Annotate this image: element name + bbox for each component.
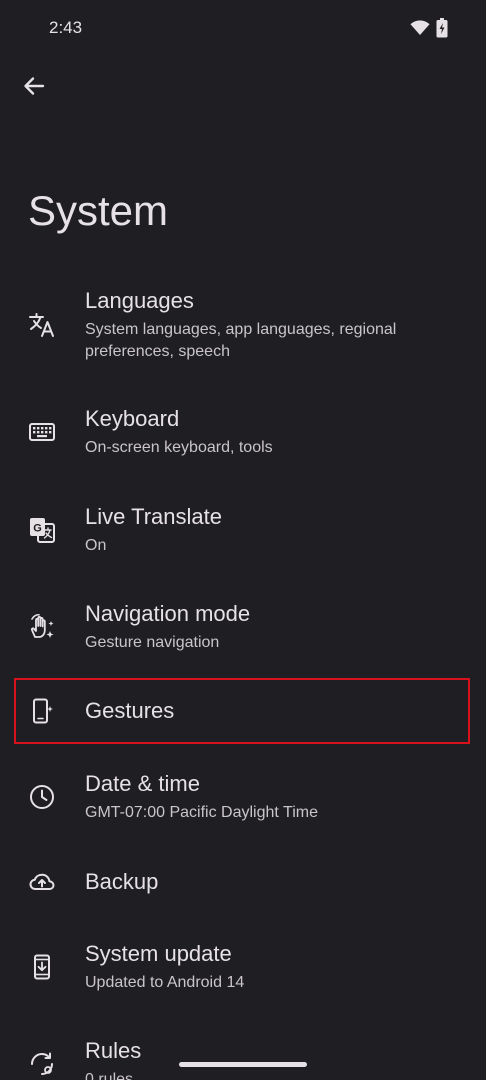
item-summary: On-screen keyboard, tools <box>85 439 273 456</box>
settings-item-keyboard[interactable]: Keyboard On-screen keyboard, tools <box>14 404 471 474</box>
settings-item-languages[interactable]: Languages System languages, app language… <box>14 286 471 378</box>
battery-charging-icon <box>436 18 448 43</box>
keyboard-icon <box>28 418 56 446</box>
item-title: Live Translate <box>85 504 222 529</box>
status-icons <box>410 18 448 43</box>
item-title: Navigation mode <box>85 601 251 626</box>
settings-item-system-update[interactable]: System update Updated to Android 14 <box>14 939 471 1009</box>
back-button[interactable] <box>16 70 52 106</box>
item-title: Keyboard <box>85 406 180 431</box>
item-summary: Gesture navigation <box>85 634 220 651</box>
settings-item-backup[interactable]: Backup <box>14 852 471 912</box>
settings-item-live-translate[interactable]: G Live Translate On <box>14 502 471 572</box>
settings-item-date-time[interactable]: Date & time GMT-07:00 Pacific Daylight T… <box>14 769 471 839</box>
svg-text:G: G <box>33 523 42 535</box>
item-summary: System languages, app languages, regiona… <box>85 321 397 360</box>
item-title: Backup <box>85 869 159 894</box>
translate-icon <box>28 311 56 339</box>
wifi-icon <box>410 20 430 41</box>
item-title: System update <box>85 941 232 966</box>
cloud-upload-icon <box>28 868 56 896</box>
item-summary: GMT-07:00 Pacific Daylight Time <box>85 804 318 821</box>
item-summary: Updated to Android 14 <box>85 974 245 991</box>
rules-icon <box>28 1050 56 1078</box>
arrow-back-icon <box>23 75 45 102</box>
status-time: 2:43 <box>49 18 83 37</box>
page-title: System <box>28 187 169 234</box>
home-indicator[interactable] <box>179 1062 307 1067</box>
google-translate-icon: G <box>28 516 56 544</box>
status-bar: 2:43 <box>0 0 486 56</box>
settings-item-rules[interactable]: Rules 0 rules <box>14 1036 471 1080</box>
settings-item-navigation-mode[interactable]: Navigation mode Gesture navigation <box>14 599 471 669</box>
item-title: Gestures <box>85 698 175 723</box>
item-summary: 0 rules <box>85 1071 134 1080</box>
gesture-hand-icon <box>28 613 56 641</box>
settings-item-gestures[interactable]: Gestures <box>14 680 471 742</box>
phone-sparkle-icon <box>28 697 56 725</box>
clock-icon <box>28 783 56 811</box>
system-update-icon <box>28 953 56 981</box>
item-title: Date & time <box>85 771 200 796</box>
item-summary: On <box>85 537 107 554</box>
item-title: Rules <box>85 1038 142 1063</box>
item-title: Languages <box>85 288 194 313</box>
